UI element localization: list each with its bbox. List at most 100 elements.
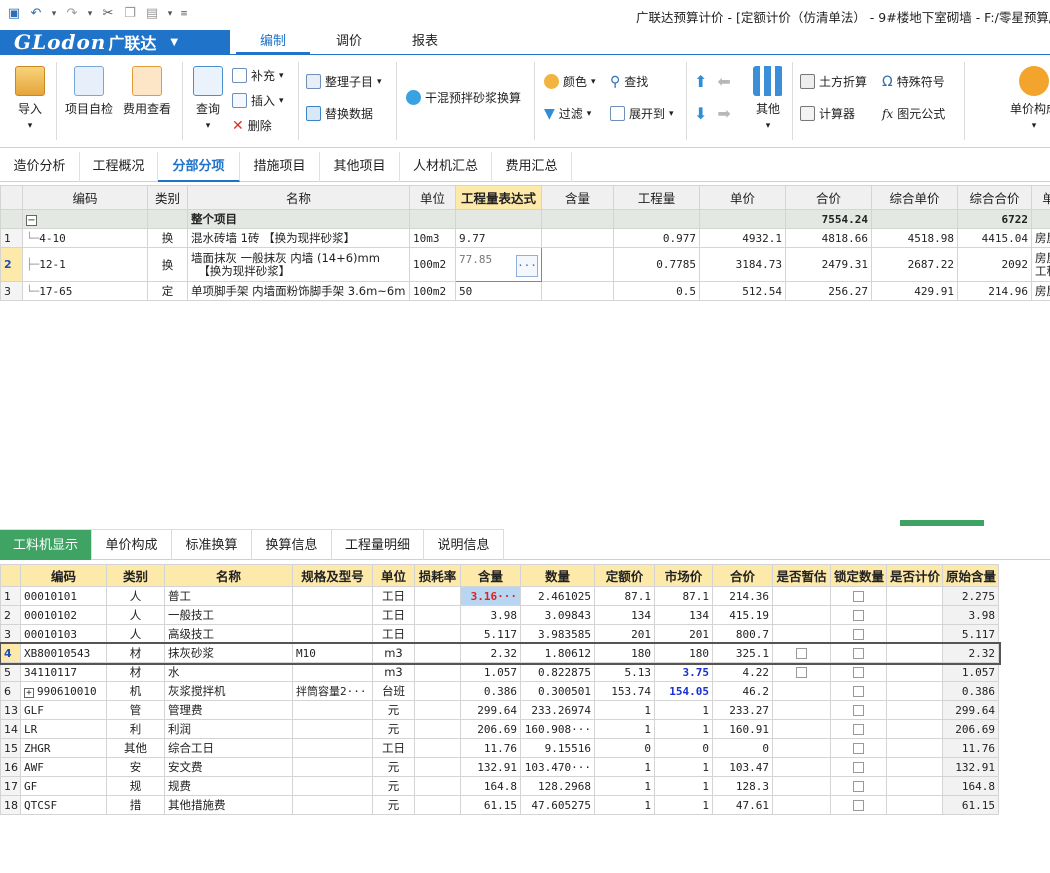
qty-cell[interactable]: 0.822875	[520, 662, 595, 682]
lock-qty-checkbox-cell[interactable]	[830, 643, 887, 663]
estimate-checkbox-cell[interactable]	[772, 700, 831, 720]
column-header[interactable]: 工程量	[613, 185, 700, 210]
qty-cell[interactable]: 3.983585	[520, 624, 595, 644]
market-price-cell[interactable]: 180	[654, 643, 713, 663]
type-cell[interactable]: 人	[106, 624, 165, 644]
comp-total-cell[interactable]: 4415.04	[957, 228, 1032, 248]
content-cell[interactable]	[541, 247, 614, 282]
code-cell[interactable]: 00010101	[20, 586, 107, 606]
original-content-cell[interactable]: 2.32	[942, 643, 999, 663]
mortar-convert-button[interactable]: 干混预拌砂浆换算	[406, 89, 521, 106]
spec-cell[interactable]: 拌筒容量2···	[292, 681, 373, 701]
tab-resource-display[interactable]: 工料机显示	[0, 529, 92, 560]
code-cell[interactable]: XB80010543	[20, 643, 107, 663]
type-cell[interactable]: 措	[106, 795, 165, 815]
lock-qty-checkbox[interactable]	[853, 629, 864, 640]
estimate-checkbox-cell[interactable]	[772, 681, 831, 701]
quota-price-cell[interactable]: 0	[594, 738, 655, 758]
qty-cell[interactable]: 0.300501	[520, 681, 595, 701]
table-row[interactable]: 5 34110117 材水 m3 1.057 0.822875 5.13 3.75 4.22 1.…	[0, 662, 999, 682]
market-price-cell[interactable]: 1	[654, 700, 713, 720]
quota-price-cell[interactable]: 1	[594, 757, 655, 777]
lock-qty-checkbox[interactable]	[853, 743, 864, 754]
spec-cell[interactable]	[292, 738, 373, 758]
lock-qty-checkbox-cell[interactable]	[830, 776, 887, 796]
tab-items[interactable]: 分部分项	[158, 152, 240, 182]
expr-edit-button[interactable]: ···	[516, 254, 538, 277]
original-content-cell[interactable]: 299.64	[942, 700, 999, 720]
total-cell[interactable]: 0	[712, 738, 773, 758]
import-button[interactable]: 导入 ▾	[10, 66, 50, 131]
priced-checkbox-cell[interactable]	[886, 662, 943, 682]
loss-cell[interactable]	[414, 795, 461, 815]
fee-view-button[interactable]: 费用查看	[120, 66, 174, 117]
quota-price-cell[interactable]: 5.13	[594, 662, 655, 682]
column-header[interactable]: 名称	[164, 564, 293, 587]
content-cell[interactable]: 3.98	[460, 605, 521, 625]
quota-price-cell[interactable]: 1	[594, 795, 655, 815]
earth-calc-button[interactable]: 土方折算	[800, 73, 867, 90]
price-comp-cell[interactable]: 房屋建筑工程	[1031, 247, 1050, 282]
total-cell[interactable]: 46.2	[712, 681, 773, 701]
priced-checkbox-cell[interactable]	[886, 757, 943, 777]
spec-cell[interactable]	[292, 757, 373, 777]
name-cell[interactable]: 墙面抹灰 一般抹灰 内墙 (14+6)mm 【换为现拌砂浆】	[187, 247, 410, 282]
splitter-handle[interactable]	[900, 520, 984, 526]
original-content-cell[interactable]: 164.8	[942, 776, 999, 796]
name-cell[interactable]: 规费	[164, 776, 293, 796]
type-cell[interactable]: 材	[106, 662, 165, 682]
quota-price-cell[interactable]: 134	[594, 605, 655, 625]
unit-cell[interactable]: 元	[372, 719, 415, 739]
estimate-checkbox-cell[interactable]	[772, 795, 831, 815]
column-header[interactable]: 编码	[22, 185, 148, 210]
loss-cell[interactable]	[414, 757, 461, 777]
type-cell[interactable]: 换	[147, 228, 188, 248]
save-icon[interactable]: ▣	[6, 6, 22, 22]
name-cell[interactable]: 抹灰砂浆	[164, 643, 293, 663]
tab-cost-analysis[interactable]: 造价分析	[0, 152, 80, 182]
tab-unit-price-comp[interactable]: 单价构成	[92, 529, 172, 560]
column-header[interactable]: 规格及型号	[292, 564, 373, 587]
estimate-checkbox[interactable]	[796, 648, 807, 659]
estimate-checkbox-cell[interactable]	[772, 776, 831, 796]
unit-cell[interactable]: m3	[372, 662, 415, 682]
name-cell[interactable]: 普工	[164, 586, 293, 606]
name-cell[interactable]: 安文费	[164, 757, 293, 777]
table-row[interactable]: 16 AWF 安安文费元 132.91 103.470··· 1 1 103.47 132.91	[0, 757, 999, 777]
market-price-cell[interactable]: 0	[654, 738, 713, 758]
spec-cell[interactable]	[292, 719, 373, 739]
column-header[interactable]: 数量	[520, 564, 595, 587]
type-cell[interactable]: 换	[147, 247, 188, 282]
name-cell[interactable]: 混水砖墙 1砖 【换为现拌砂浆】	[187, 228, 410, 248]
lock-qty-checkbox-cell[interactable]	[830, 624, 887, 644]
find-button[interactable]: ⚲ 查找	[610, 73, 648, 90]
column-header[interactable]: 合价	[712, 564, 773, 587]
lock-qty-checkbox-cell[interactable]	[830, 719, 887, 739]
table-row[interactable]: 17 GF 规规费元 164.8 128.2968 1 1 128.3 164.8	[0, 776, 999, 796]
unit-cell[interactable]: 100m2	[409, 281, 456, 301]
market-price-cell[interactable]: 134	[654, 605, 713, 625]
original-content-cell[interactable]: 11.76	[942, 738, 999, 758]
original-content-cell[interactable]: 206.69	[942, 719, 999, 739]
delete-button[interactable]: ✕ 删除	[232, 117, 272, 134]
paste-dropdown-icon[interactable]: ▾	[166, 6, 174, 22]
code-cell[interactable]: AWF	[20, 757, 107, 777]
loss-cell[interactable]	[414, 738, 461, 758]
qty-cell[interactable]: 128.2968	[520, 776, 595, 796]
total-cell[interactable]: 4.22	[712, 662, 773, 682]
lock-qty-checkbox-cell[interactable]	[830, 700, 887, 720]
qty-cell[interactable]: 47.605275	[520, 795, 595, 815]
column-header[interactable]: 编码	[20, 564, 107, 587]
priced-checkbox-cell[interactable]	[886, 795, 943, 815]
market-price-cell[interactable]: 154.05	[654, 681, 713, 701]
estimate-checkbox-cell[interactable]	[772, 757, 831, 777]
lock-qty-checkbox[interactable]	[853, 648, 864, 659]
priced-checkbox-cell[interactable]	[886, 681, 943, 701]
unit-cell[interactable]: 台班	[372, 681, 415, 701]
tab-edit[interactable]: 编制	[236, 30, 310, 54]
content-cell[interactable]: 1.057	[460, 662, 521, 682]
unit-cell[interactable]: 10m3	[409, 228, 456, 248]
name-cell[interactable]: 其他措施费	[164, 795, 293, 815]
tab-report[interactable]: 报表	[388, 30, 462, 54]
lock-qty-checkbox-cell[interactable]	[830, 605, 887, 625]
